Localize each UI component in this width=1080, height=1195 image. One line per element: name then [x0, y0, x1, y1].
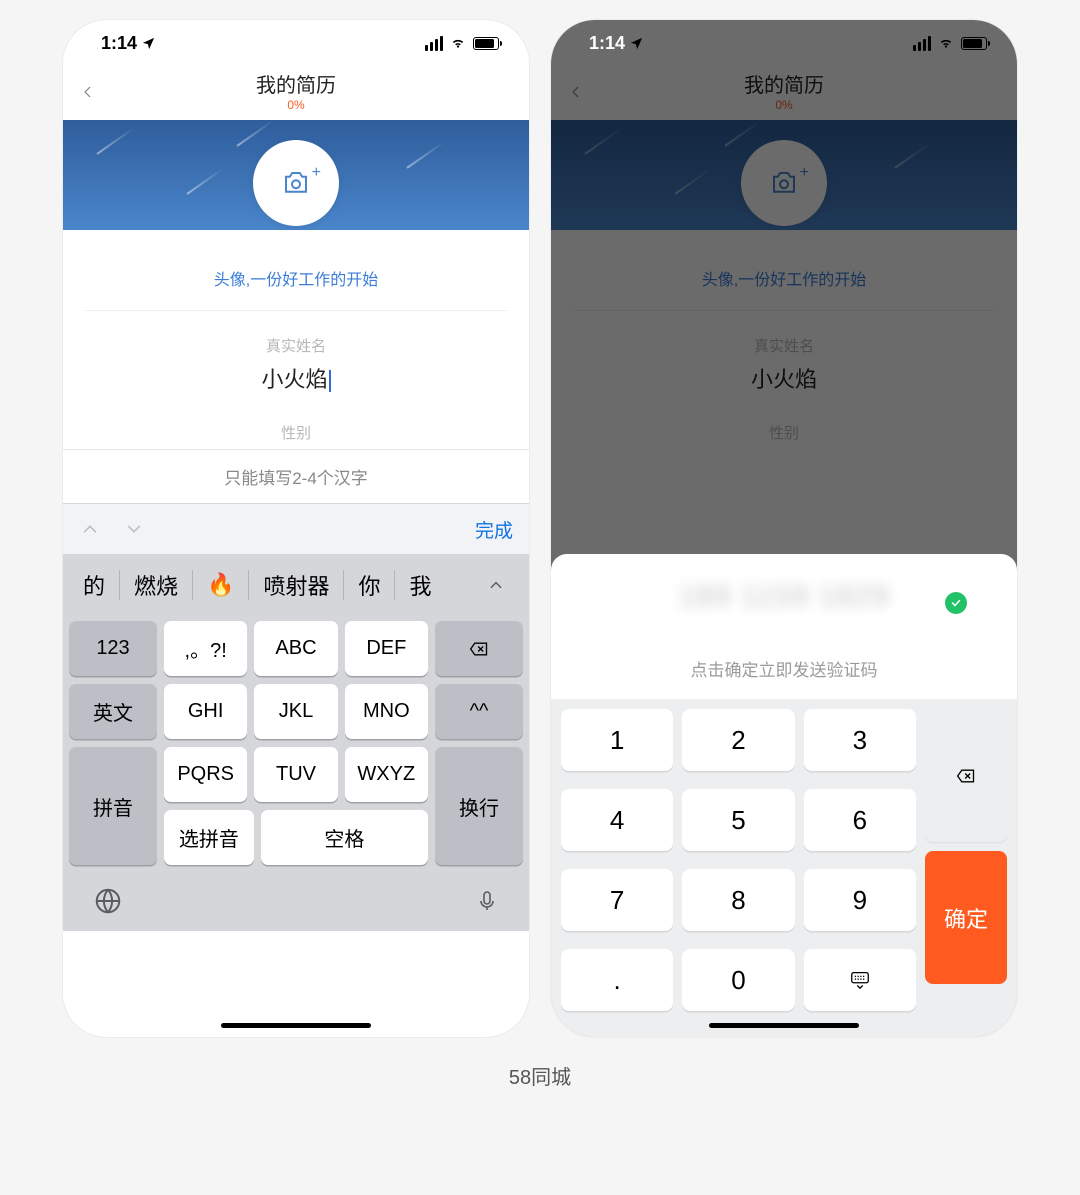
key-select-pinyin[interactable]: 选拼音	[164, 810, 254, 865]
input-hint: 只能填写2-4个汉字	[63, 449, 529, 503]
sheet-tip: 点击确定立即发送验证码	[551, 656, 1017, 681]
key-pinyin[interactable]: 拼音	[69, 747, 157, 865]
wifi-icon	[449, 36, 467, 50]
keyboard-suggestions: 的 燃烧 🔥 喷射器 你 我	[63, 555, 529, 615]
backspace-icon	[465, 639, 493, 659]
keyboard-next-icon[interactable]	[123, 521, 145, 537]
numpad-key-9[interactable]: 9	[804, 869, 916, 931]
numpad-key-8[interactable]: 8	[682, 869, 794, 931]
camera-icon	[279, 168, 313, 198]
status-bar: 1:14	[63, 20, 529, 66]
phone-left: 1:14 我的简历 0% + 头像	[63, 20, 529, 1037]
suggestion-item[interactable]: 的	[69, 569, 119, 601]
keyboard-done-button[interactable]: 完成	[475, 516, 513, 543]
key-tuv[interactable]: TUV	[254, 747, 337, 802]
mic-icon[interactable]	[475, 886, 499, 916]
name-label: 真实姓名	[85, 335, 507, 356]
keyboard-hide-icon	[846, 969, 874, 991]
gender-label: 性别	[85, 422, 507, 443]
suggestion-item[interactable]: 我	[395, 569, 445, 601]
key-def[interactable]: DEF	[345, 621, 428, 676]
key-wxyz[interactable]: WXYZ	[345, 747, 428, 802]
numpad-confirm-button[interactable]: 确定	[925, 851, 1007, 984]
key-backspace[interactable]	[435, 621, 523, 676]
numpad-key-dot[interactable]: .	[561, 949, 673, 1011]
signal-icon	[425, 36, 444, 51]
numpad-key-hide[interactable]	[804, 949, 916, 1011]
chevron-up-icon	[486, 578, 506, 592]
back-icon[interactable]	[81, 80, 95, 104]
key-english[interactable]: 英文	[69, 684, 157, 739]
backspace-icon	[952, 766, 980, 786]
key-pqrs[interactable]: PQRS	[164, 747, 247, 802]
expand-suggestions-button[interactable]	[469, 555, 523, 615]
page-title: 我的简历	[256, 74, 336, 98]
numpad-key-0[interactable]: 0	[682, 949, 794, 1011]
signal-icon	[913, 36, 932, 51]
avatar-tip: 头像,一份好工作的开始	[63, 266, 529, 290]
battery-icon	[473, 37, 499, 50]
battery-icon	[961, 37, 987, 50]
key-emoji[interactable]: ^^	[435, 684, 523, 739]
key-abc[interactable]: ABC	[254, 621, 337, 676]
numpad-backspace[interactable]	[925, 709, 1007, 842]
key-newline[interactable]: 换行	[435, 747, 523, 865]
wifi-icon	[937, 36, 955, 50]
numpad-key-5[interactable]: 5	[682, 789, 794, 851]
suggestion-item[interactable]: 燃烧	[120, 569, 192, 601]
status-time: 1:14	[589, 33, 625, 54]
key-punct[interactable]: ,。?!	[164, 621, 247, 676]
numpad-key-7[interactable]: 7	[561, 869, 673, 931]
numpad: 1 2 3 4 5 6 7 8 9	[551, 699, 1017, 1037]
nav-bar: 我的简历 0%	[63, 66, 529, 120]
suggestion-item[interactable]: 你	[344, 569, 394, 601]
suggestion-item[interactable]: 🔥	[193, 572, 248, 598]
verified-check-icon	[945, 592, 967, 614]
home-indicator	[709, 1023, 859, 1028]
numpad-key-4[interactable]: 4	[561, 789, 673, 851]
plus-icon: +	[312, 164, 321, 182]
progress-percent: 0%	[256, 98, 336, 112]
keyboard-accessory: 完成	[63, 503, 529, 555]
numpad-key-3[interactable]: 3	[804, 709, 916, 771]
keyboard-bottom-bar	[63, 871, 529, 931]
name-input[interactable]: 小火焰	[85, 362, 507, 394]
key-123[interactable]: 123	[69, 621, 157, 676]
home-indicator	[221, 1023, 371, 1028]
image-caption: 58同城	[509, 1061, 571, 1090]
numpad-key-2[interactable]: 2	[682, 709, 794, 771]
key-ghi[interactable]: GHI	[164, 684, 247, 739]
globe-icon[interactable]	[93, 886, 123, 916]
numpad-key-6[interactable]: 6	[804, 789, 916, 851]
key-space[interactable]: 空格	[261, 810, 428, 865]
location-arrow-icon	[629, 36, 644, 51]
status-time: 1:14	[101, 33, 137, 54]
phone-right: 1:14 我的简历 0% + 头像	[551, 20, 1017, 1037]
key-mno[interactable]: MNO	[345, 684, 428, 739]
numpad-key-1[interactable]: 1	[561, 709, 673, 771]
keyboard: 123 ,。?! ABC DEF 英文 GHI JKL MNO ^^ 拼音	[63, 615, 529, 871]
upload-avatar-button[interactable]: +	[253, 140, 339, 226]
keyboard-prev-icon[interactable]	[79, 521, 101, 537]
status-bar: 1:14	[551, 20, 1017, 66]
location-arrow-icon	[141, 36, 156, 51]
key-jkl[interactable]: JKL	[254, 684, 337, 739]
hero-banner: +	[63, 120, 529, 230]
verify-sheet: 189 1159 1829 点击确定立即发送验证码 1 2 3 4 5	[551, 554, 1017, 1037]
suggestion-item[interactable]: 喷射器	[249, 569, 343, 601]
